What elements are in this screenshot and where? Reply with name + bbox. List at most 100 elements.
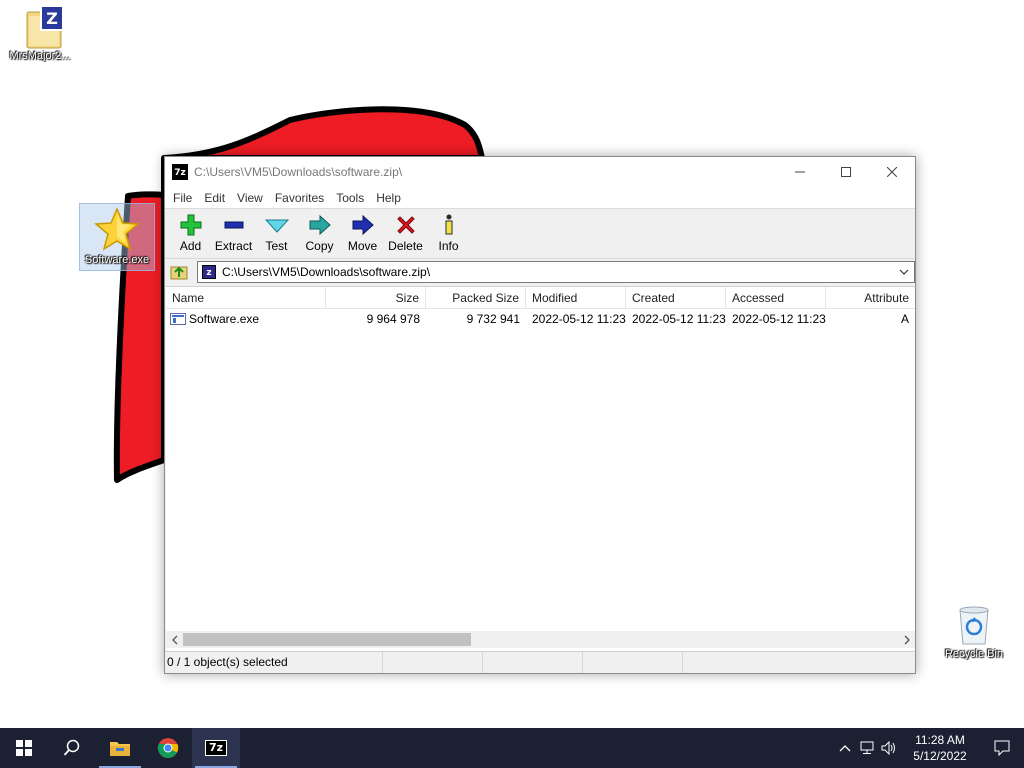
- archive-icon: Z: [26, 5, 64, 49]
- column-header-accessed[interactable]: Accessed: [726, 287, 826, 308]
- move-label: Move: [347, 239, 378, 253]
- test-button[interactable]: Test: [255, 213, 298, 258]
- file-list[interactable]: Name Size Packed Size Modified Created A…: [166, 286, 915, 651]
- delete-button[interactable]: Delete: [384, 213, 427, 258]
- scroll-left-button[interactable]: [166, 631, 183, 648]
- start-button[interactable]: [0, 728, 48, 768]
- desktop-icon-label: Recycle Bin: [944, 648, 1004, 660]
- clock[interactable]: 11:28 AM 5/12/2022: [900, 732, 980, 764]
- maximize-icon: [841, 167, 851, 177]
- column-header-attributes[interactable]: Attribute: [826, 287, 915, 308]
- chevron-left-icon: [171, 635, 177, 644]
- 7zip-file-manager-window: 7z C:\Users\VM5\Downloads\software.zip\ …: [164, 156, 916, 674]
- status-segment-4: [583, 652, 683, 673]
- clock-date: 5/12/2022: [913, 749, 967, 763]
- column-headers: Name Size Packed Size Modified Created A…: [166, 287, 915, 309]
- column-header-size[interactable]: Size: [326, 287, 426, 308]
- chevron-up-icon: [839, 745, 851, 752]
- file-name: Software.exe: [189, 312, 260, 326]
- delete-icon: [396, 216, 415, 234]
- add-label: Add: [179, 239, 202, 253]
- extract-icon: [224, 221, 243, 229]
- chrome-icon: [157, 738, 179, 758]
- network-icon: [860, 741, 874, 754]
- desktop-icon-recycle-bin[interactable]: Recycle Bin: [936, 602, 1012, 660]
- info-button[interactable]: Info: [427, 213, 470, 258]
- 7zip-icon: 7z: [205, 740, 227, 756]
- test-label: Test: [265, 239, 288, 253]
- extract-button[interactable]: Extract: [212, 213, 255, 258]
- file-packed-size: 9 732 941: [466, 312, 520, 326]
- up-folder-icon: [170, 266, 188, 280]
- info-label: Info: [438, 239, 459, 253]
- volume-button[interactable]: [878, 728, 900, 768]
- add-icon: [180, 214, 201, 236]
- horizontal-scrollbar[interactable]: [166, 631, 915, 648]
- toolbar: Add Extract Test Copy Move Delete Info: [165, 209, 915, 259]
- speaker-icon: [881, 741, 895, 755]
- copy-button[interactable]: Copy: [298, 213, 341, 258]
- file-accessed: 2022-05-12 11:23: [732, 312, 826, 326]
- close-icon: [887, 167, 897, 177]
- action-center-button[interactable]: [980, 728, 1024, 768]
- search-button[interactable]: [48, 728, 96, 768]
- scroll-thumb[interactable]: [183, 633, 471, 646]
- 7zip-app-icon: 7z: [172, 164, 188, 180]
- up-folder-button[interactable]: [169, 262, 189, 282]
- column-header-modified[interactable]: Modified: [526, 287, 626, 308]
- add-button[interactable]: Add: [169, 213, 212, 258]
- search-icon: [63, 739, 80, 756]
- scroll-track[interactable]: [183, 633, 898, 646]
- file-created: 2022-05-12 11:23: [632, 312, 726, 326]
- move-button[interactable]: Move: [341, 213, 384, 258]
- file-explorer-icon: [110, 742, 130, 756]
- maximize-button[interactable]: [823, 157, 869, 187]
- chevron-right-icon: [904, 635, 910, 644]
- executable-file-icon: [170, 313, 186, 325]
- chrome-taskbar-button[interactable]: [144, 728, 192, 768]
- close-button[interactable]: [869, 157, 915, 187]
- move-icon: [352, 214, 374, 236]
- scroll-right-button[interactable]: [898, 631, 915, 648]
- address-row: z C:\Users\VM5\Downloads\software.zip\: [165, 259, 915, 285]
- test-icon: [264, 219, 289, 233]
- status-bar: 0 / 1 object(s) selected: [165, 651, 915, 673]
- notification-icon: [994, 740, 1010, 756]
- table-row[interactable]: Software.exe 9 964 978 9 732 941 2022-05…: [166, 309, 915, 329]
- column-header-name[interactable]: Name: [166, 287, 326, 308]
- menu-help[interactable]: Help: [370, 191, 407, 205]
- menu-bar: File Edit View Favorites Tools Help: [165, 187, 915, 209]
- status-segment-2: [383, 652, 483, 673]
- menu-file[interactable]: File: [167, 191, 198, 205]
- desktop-icon-label: MrsMajor2...: [9, 50, 71, 62]
- status-segment-3: [483, 652, 583, 673]
- menu-favorites[interactable]: Favorites: [269, 191, 330, 205]
- taskbar: 7z 11:28 AM 5/12/2022: [0, 728, 1024, 768]
- clock-time: 11:28 AM: [915, 733, 965, 747]
- file-modified: 2022-05-12 11:23: [532, 312, 626, 326]
- network-button[interactable]: [856, 728, 878, 768]
- show-hidden-icons-button[interactable]: [834, 728, 856, 768]
- desktop-icon-archive[interactable]: Z MrsMajor2...: [2, 4, 78, 62]
- menu-view[interactable]: View: [231, 191, 269, 205]
- desktop-icon-label: Software.exe: [84, 254, 150, 266]
- address-bar[interactable]: z C:\Users\VM5\Downloads\software.zip\: [196, 261, 915, 283]
- info-icon: [445, 214, 452, 235]
- title-bar[interactable]: 7z C:\Users\VM5\Downloads\software.zip\: [165, 157, 915, 187]
- system-tray: 11:28 AM 5/12/2022: [834, 728, 1024, 768]
- desktop-icon-software-exe[interactable]: Software.exe: [79, 203, 155, 271]
- file-explorer-taskbar-button[interactable]: [96, 728, 144, 768]
- status-selection: 0 / 1 object(s) selected: [165, 652, 383, 673]
- 7zip-taskbar-button[interactable]: 7z: [192, 728, 240, 768]
- minimize-button[interactable]: [777, 157, 823, 187]
- windows-start-icon: [16, 740, 32, 756]
- menu-edit[interactable]: Edit: [198, 191, 231, 205]
- menu-tools[interactable]: Tools: [330, 191, 370, 205]
- zip-archive-icon: z: [201, 265, 216, 279]
- recycle-bin-icon: [959, 606, 989, 645]
- chevron-down-icon[interactable]: [898, 265, 910, 279]
- column-header-created[interactable]: Created: [626, 287, 726, 308]
- column-header-packed-size[interactable]: Packed Size: [426, 287, 526, 308]
- file-size: 9 964 978: [366, 312, 420, 326]
- star-icon: [94, 207, 140, 251]
